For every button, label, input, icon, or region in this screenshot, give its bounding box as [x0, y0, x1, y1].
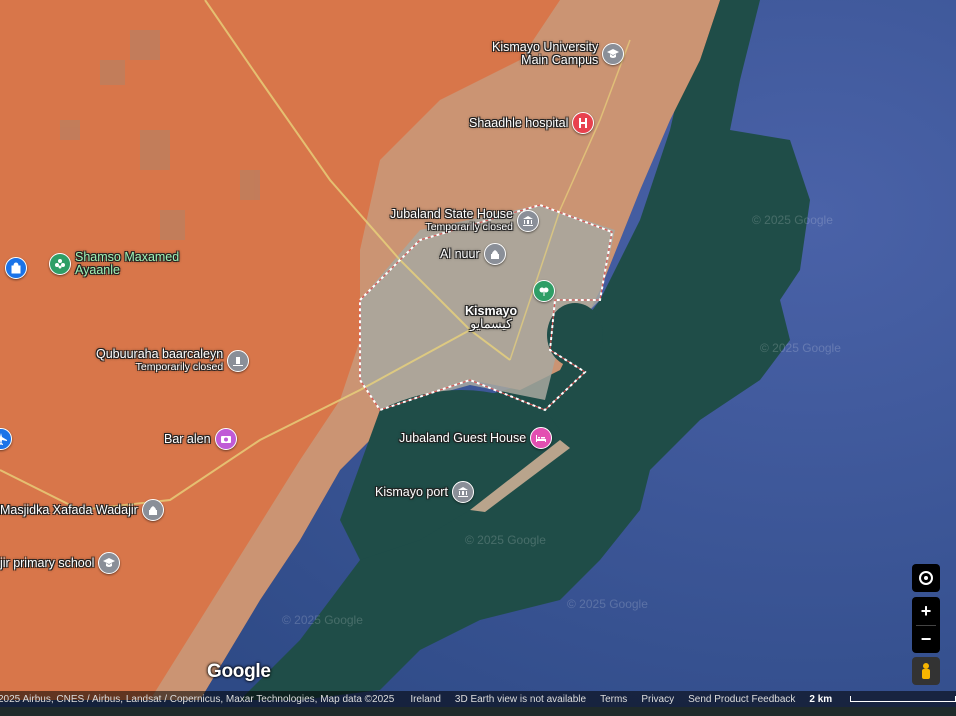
my-location-button[interactable] — [912, 564, 940, 592]
poi-masjidka-xafada-wadajir[interactable]: Masjidka Xafada Wadajir — [0, 499, 164, 521]
poi-kismayo-university[interactable]: Kismayo University Main Campus — [492, 41, 625, 67]
poi-label: Bar alen — [164, 431, 211, 446]
bottom-strip — [0, 707, 956, 716]
poi-label: jir primary school — [0, 555, 95, 570]
poi-jubaland-state-house[interactable]: Jubaland State House Temporarily closed — [390, 207, 540, 234]
poi-label: Ayaanle — [75, 263, 120, 277]
poi-jubaland-guest-house[interactable]: Jubaland Guest House — [399, 427, 553, 449]
zoom-controls: + − — [912, 597, 940, 653]
poi-shaadhle-hospital[interactable]: Shaadhle hospital — [469, 112, 595, 134]
poi-label: Main Campus — [521, 53, 599, 67]
graduation-cap-icon — [98, 552, 121, 574]
poi-kismayo-port[interactable]: Kismayo port — [375, 481, 474, 503]
poi-label: Al nuur — [440, 246, 480, 261]
map-watermark: © 2025 Google — [567, 597, 648, 611]
mosque-icon — [483, 243, 506, 265]
poi-left-shop[interactable] — [5, 257, 27, 279]
pegman-icon — [922, 663, 930, 679]
my-location-icon — [919, 571, 933, 585]
map-watermark: © 2025 Google — [282, 613, 363, 627]
poi-status: Temporarily closed — [135, 361, 224, 373]
landmark-icon — [451, 481, 474, 503]
camera-icon — [214, 428, 237, 450]
country-label: Ireland — [410, 693, 441, 705]
airplane-icon — [0, 428, 12, 450]
scale-bar — [850, 695, 956, 702]
poi-al-nuur[interactable]: Al nuur — [440, 243, 506, 265]
map-watermark: © 2025 Google — [752, 213, 833, 227]
poi-label: Kismayo port — [375, 484, 448, 499]
zoom-in-button[interactable]: + — [916, 598, 936, 626]
scale-indicator[interactable]: 2 km — [809, 694, 956, 705]
imagery-attribution: 2025 Airbus, CNES / Airbus, Landsat / Co… — [0, 693, 395, 705]
graduation-cap-icon — [602, 43, 625, 65]
mosque-icon — [141, 499, 164, 521]
map-watermark: © 2025 Google — [465, 533, 546, 547]
map-footer: 2025 Airbus, CNES / Airbus, Landsat / Co… — [0, 691, 956, 707]
poi-qubuuraha-baarcaleyn[interactable]: Qubuuraha baarcaleyn Temporarily closed — [96, 347, 250, 374]
government-building-icon — [517, 210, 540, 232]
scale-label: 2 km — [809, 693, 833, 705]
street-view-pegman-button[interactable] — [912, 657, 940, 685]
privacy-link[interactable]: Privacy — [641, 694, 674, 705]
poi-label: Jubaland State House — [390, 207, 514, 221]
poi-bar-alen[interactable]: Bar alen — [164, 428, 237, 450]
hospital-icon — [572, 112, 595, 134]
poi-city-park[interactable] — [533, 280, 555, 302]
terms-link[interactable]: Terms — [600, 694, 627, 705]
poi-shamso-maxamed-ayaanle[interactable]: Shamso Maxamed Ayaanle — [49, 251, 179, 277]
poi-label: Jubaland Guest House — [399, 430, 527, 445]
map-watermark: © 2025 Google — [760, 341, 841, 355]
park-icon — [533, 280, 555, 302]
city-label-arabic: كيسمايو — [470, 317, 512, 331]
poi-left-airport[interactable] — [0, 428, 12, 450]
poi-primary-school[interactable]: jir primary school — [0, 552, 121, 574]
cemetery-icon — [227, 350, 250, 372]
poi-status: Temporarily closed — [425, 221, 514, 233]
poi-label: Masjidka Xafada Wadajir — [0, 502, 138, 517]
poi-label: Shaadhle hospital — [469, 115, 569, 130]
zoom-out-button[interactable]: − — [916, 626, 936, 653]
flower-icon — [49, 253, 71, 275]
send-feedback-link[interactable]: Send Product Feedback — [688, 694, 795, 705]
poi-kismayo[interactable]: Kismayo كيسمايو — [465, 305, 517, 331]
poi-label: Qubuuraha baarcaleyn — [96, 347, 224, 361]
google-logo: Google — [207, 661, 271, 682]
earth-view-note: 3D Earth view is not available — [454, 693, 587, 705]
shopping-bag-icon — [5, 257, 27, 279]
bed-icon — [530, 427, 553, 449]
